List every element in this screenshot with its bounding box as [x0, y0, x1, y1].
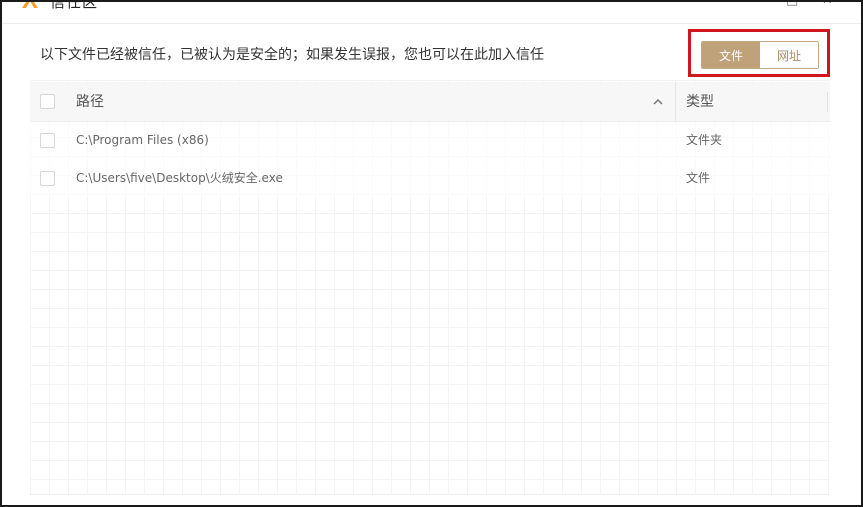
description-text: 以下文件已经被信任，已被认为是安全的；如果发生误报，您也可以在此加入信任 [40, 47, 544, 63]
close-button[interactable]: ✕ [822, 2, 833, 9]
maximize-button[interactable]: □ [786, 2, 798, 9]
chevron-up-icon[interactable] [651, 95, 665, 109]
column-divider-right[interactable] [827, 92, 828, 112]
row-checkbox[interactable] [40, 171, 55, 186]
path-column-header[interactable]: 路径 [76, 93, 104, 111]
minimize-button[interactable]: — [748, 2, 761, 9]
trust-zone-window: 信任区 — □ ✕ 以下文件已经被信任，已被认为是安全的；如果发生误报，您也可以… [0, 0, 863, 507]
table-header: 路径 类型 [30, 82, 830, 122]
row-path: C:\Program Files (x86) [76, 133, 209, 147]
row-path: C:\Users\five\Desktop\火绒安全.exe [76, 171, 283, 185]
type-column-header[interactable]: 类型 [686, 93, 714, 111]
window-title: 信任区 [50, 0, 99, 11]
table-row[interactable]: C:\Users\five\Desktop\火绒安全.exe 文件 [30, 160, 830, 198]
row-type: 文件夹 [686, 133, 723, 147]
select-all-checkbox[interactable] [40, 94, 55, 109]
app-logo-icon [22, 2, 38, 8]
type-toggle: 文件 网址 [701, 41, 819, 69]
footer-divider [30, 494, 830, 495]
title-bar: 信任区 — □ ✕ [2, 2, 861, 24]
row-type: 文件 [686, 171, 711, 185]
row-checkbox[interactable] [40, 133, 55, 148]
tab-file[interactable]: 文件 [702, 42, 760, 68]
column-divider[interactable] [675, 82, 676, 122]
table-row[interactable]: C:\Program Files (x86) 文件夹 [30, 122, 830, 160]
tab-url[interactable]: 网址 [760, 42, 818, 68]
